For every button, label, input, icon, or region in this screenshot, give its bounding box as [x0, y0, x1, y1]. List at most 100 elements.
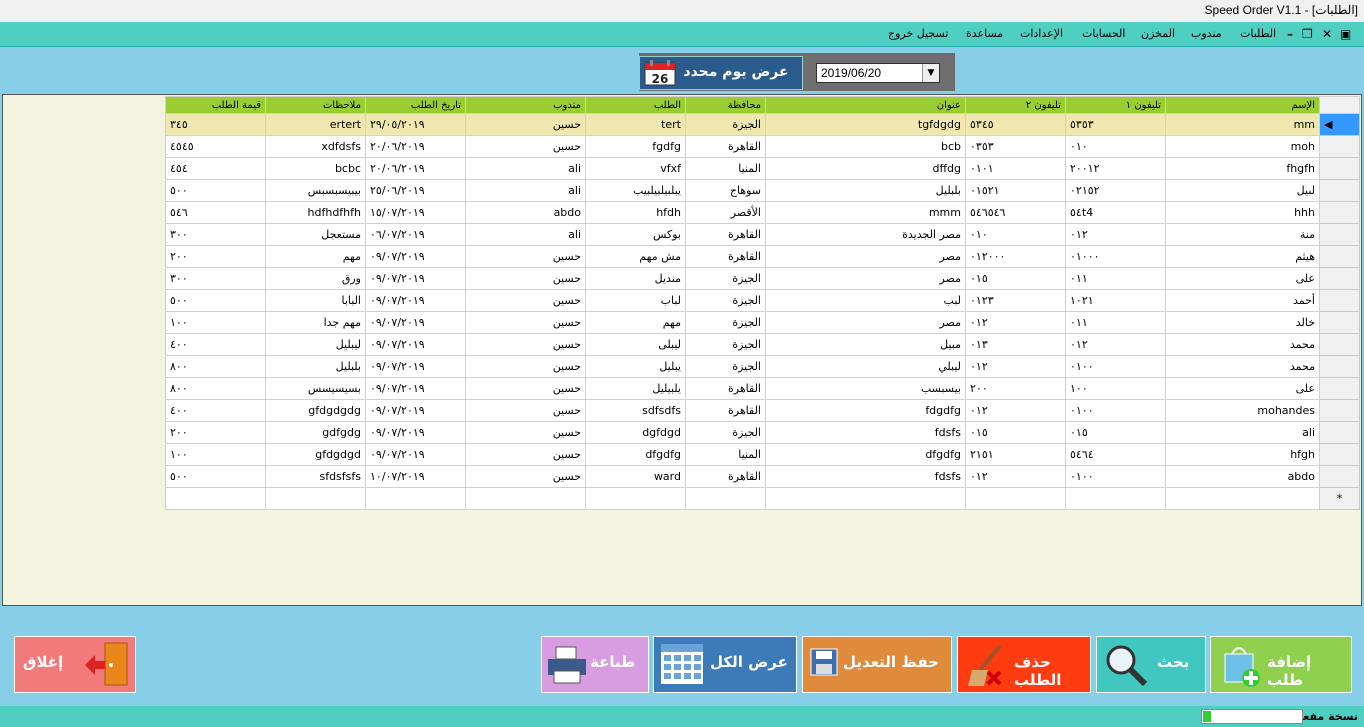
table-row[interactable]: ٣٠٠ ورق ٠٩/٠٧/٢٠١٩ حسين منديل الجيزة مصر ٠١٥ ٠١١… [165, 267, 1360, 290]
table-cell[interactable]: ٠١٠٠ [1065, 355, 1166, 378]
table-cell[interactable]: مصر الجديدة [765, 223, 966, 246]
table-cell[interactable]: ٠١٢ [1065, 223, 1166, 246]
row-selector[interactable] [1319, 311, 1360, 334]
table-cell[interactable]: hhh [1165, 201, 1320, 224]
menu-help[interactable]: مساعدة [966, 27, 1003, 40]
table-cell[interactable]: ليبلي [765, 355, 966, 378]
table-cell[interactable]: ٠٩/٠٧/٢٠١٩ [365, 289, 466, 312]
table-cell[interactable]: vfxf [585, 157, 686, 180]
table-cell[interactable]: الجيزة [685, 333, 766, 356]
table-cell[interactable]: على [1165, 267, 1320, 290]
table-cell[interactable] [765, 487, 966, 510]
table-cell[interactable]: الجيزة [685, 355, 766, 378]
table-cell[interactable]: ٣٤٥ [165, 113, 266, 136]
row-selector[interactable] [1319, 465, 1360, 488]
date-picker[interactable]: 2019/06/20 ▼ [816, 63, 940, 83]
table-cell[interactable]: يبلبيلبيلبيب [585, 179, 686, 202]
table-cell[interactable]: حسين [465, 245, 586, 268]
table-cell[interactable]: ٥٠٠ [165, 289, 266, 312]
table-row[interactable]: ٤٥٤٥ xdfdsfs ٢٠/٠٦/٢٠١٩ حسين fgdfg القاهرة bcb… [165, 135, 1360, 158]
table-cell[interactable]: ٠١١ [1065, 267, 1166, 290]
table-cell[interactable]: هيثم [1165, 245, 1320, 268]
table-row[interactable]: ١٠٠ مهم جدا ٠٩/٠٧/٢٠١٩ حسين مهم الجيزة مصر ٠١٢ ٠… [165, 311, 1360, 334]
column-header[interactable]: الإسم [1165, 96, 1320, 114]
table-cell[interactable]: الجيزة [685, 311, 766, 334]
table-row[interactable]: ٤٠٠ ليبليل ٠٩/٠٧/٢٠١٩ حسين ليبلى الجيزة مبيل ٠١… [165, 333, 1360, 356]
table-cell[interactable]: على [1165, 377, 1320, 400]
close-button[interactable]: إغلاق [14, 636, 136, 693]
table-cell[interactable]: حسين [465, 421, 586, 444]
table-cell[interactable]: ٠١٥ [965, 421, 1066, 444]
table-cell[interactable]: ٥٠٠ [165, 465, 266, 488]
table-cell[interactable]: ٠٩/٠٧/٢٠١٩ [365, 267, 466, 290]
table-cell[interactable]: ١٠٠ [1065, 377, 1166, 400]
table-cell[interactable]: dfgdfg [765, 443, 966, 466]
table-cell[interactable]: محمد [1165, 355, 1320, 378]
table-cell[interactable]: حسين [465, 267, 586, 290]
table-cell[interactable]: ٨٠٠ [165, 377, 266, 400]
table-cell[interactable]: ٠١٠ [965, 223, 1066, 246]
table-cell[interactable]: ٠١٢٣ [965, 289, 1066, 312]
table-cell[interactable]: ٠١٢ [1065, 333, 1166, 356]
table-cell[interactable]: لباب [585, 289, 686, 312]
table-cell[interactable]: hfgh [1165, 443, 1320, 466]
table-cell[interactable]: dffdg [765, 157, 966, 180]
table-cell[interactable]: ١٠٠ [165, 443, 266, 466]
table-cell[interactable]: tert [585, 113, 686, 136]
table-cell[interactable]: القاهرة [685, 465, 766, 488]
row-selector[interactable] [1319, 355, 1360, 378]
row-selector[interactable]: ◀ [1319, 113, 1360, 136]
table-row[interactable]: ٢٠٠ gdfgdg ٠٩/٠٧/٢٠١٩ حسين dgfdgd الجيزة fdsfs… [165, 421, 1360, 444]
table-cell[interactable]: ali [465, 157, 586, 180]
row-selector[interactable] [1319, 289, 1360, 312]
table-cell[interactable]: sdfsdfs [585, 399, 686, 422]
column-header[interactable]: ملاحظات [265, 96, 366, 114]
table-cell[interactable]: gfdgdgd [265, 443, 366, 466]
table-cell[interactable]: خالد [1165, 311, 1320, 334]
table-cell[interactable]: ٠٩/٠٧/٢٠١٩ [365, 421, 466, 444]
table-cell[interactable]: حسين [465, 355, 586, 378]
table-cell[interactable]: ٠٣٥٣ [965, 135, 1066, 158]
row-selector[interactable] [1319, 443, 1360, 466]
column-header[interactable]: محافظة [685, 96, 766, 114]
table-cell[interactable]: مصر [765, 267, 966, 290]
table-cell[interactable]: حسين [465, 333, 586, 356]
table-cell[interactable]: ٤٠٠ [165, 399, 266, 422]
table-cell[interactable]: ٠١٠٠ [1065, 465, 1166, 488]
table-cell[interactable]: منة [1165, 223, 1320, 246]
search-button[interactable]: بحث [1096, 636, 1206, 693]
table-cell[interactable]: ali [465, 179, 586, 202]
table-cell[interactable]: ٠١٠٠ [1065, 399, 1166, 422]
table-cell[interactable]: fdgdfg [765, 399, 966, 422]
table-cell[interactable] [265, 487, 366, 510]
table-cell[interactable]: ٠١٢ [965, 311, 1066, 334]
table-cell[interactable]: بلبليل [765, 179, 966, 202]
table-cell[interactable]: hdfhdfhfh [265, 201, 366, 224]
new-row-marker[interactable]: * [1319, 487, 1360, 510]
table-row[interactable]: ٥٠٠ sfdsfsfs ١٠/٠٧/٢٠١٩ حسين ward القاهرة fdsf… [165, 465, 1360, 488]
table-cell[interactable]: ١٠٠ [165, 311, 266, 334]
table-row[interactable]: ٣٤٥ ertert ٢٩/٠٥/٢٠١٩ حسين tert الجيزة tgfdgdg… [165, 113, 1360, 136]
table-cell[interactable]: fdsfs [765, 421, 966, 444]
table-cell[interactable]: ٢١٥١ [965, 443, 1066, 466]
table-cell[interactable]: ٢٠٠ [965, 377, 1066, 400]
table-cell[interactable]: ٠٩/٠٧/٢٠١٩ [365, 245, 466, 268]
print-button[interactable]: طباعة [541, 636, 649, 693]
table-cell[interactable]: ليبلى [585, 333, 686, 356]
menu-orders[interactable]: الطلبات [1240, 27, 1276, 40]
delete-order-button[interactable]: حذف الطلب [957, 636, 1091, 693]
table-row[interactable]: ٣٠٠ مستعجل ٠٦/٠٧/٢٠١٩ ali بوكس القاهرة مصر الج… [165, 223, 1360, 246]
table-cell[interactable]: المنيا [685, 443, 766, 466]
row-selector[interactable] [1319, 377, 1360, 400]
table-cell[interactable]: bcbc [265, 157, 366, 180]
table-cell[interactable]: حسين [465, 135, 586, 158]
row-selector[interactable] [1319, 245, 1360, 268]
table-cell[interactable]: سوهاج [685, 179, 766, 202]
table-cell[interactable]: الجيزة [685, 421, 766, 444]
table-row[interactable]: ٥٤٦ hdfhdfhfh ١٥/٠٧/٢٠١٩ abdo hfdh الأقصر mmm ٥… [165, 201, 1360, 224]
table-cell[interactable]: حسين [465, 289, 586, 312]
table-cell[interactable]: ٠١٣ [965, 333, 1066, 356]
close-icon[interactable]: ✕ [1322, 27, 1332, 41]
column-header[interactable]: عنوان [765, 96, 966, 114]
table-cell[interactable]: tgfdgdg [765, 113, 966, 136]
